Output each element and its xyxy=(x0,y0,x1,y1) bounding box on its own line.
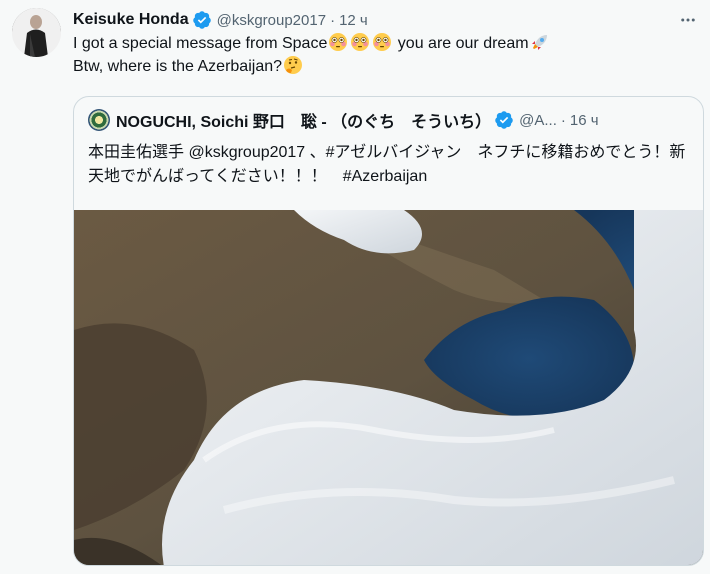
author-name[interactable]: Keisuke Honda xyxy=(73,11,189,29)
rocket-emoji-icon xyxy=(531,35,547,50)
more-horizontal-icon[interactable] xyxy=(674,6,702,34)
quoted-tweet-header: NOGUCHI, Soichi 野口 聡 - （のぐち そういち） @A... … xyxy=(88,108,688,132)
tweet-time[interactable]: 12 ч xyxy=(339,12,368,29)
tweet-text: I got a special message from Space you a… xyxy=(73,32,698,78)
verified-icon xyxy=(495,111,513,129)
author-handle[interactable]: @kskgroup2017 xyxy=(217,12,326,29)
tweet[interactable]: Keisuke Honda @kskgroup2017 · 12 ч I got… xyxy=(0,0,710,574)
tweet-header: Keisuke Honda @kskgroup2017 · 12 ч xyxy=(73,9,368,31)
quoted-avatar xyxy=(88,109,110,131)
quoted-tweet-photo[interactable] xyxy=(74,210,703,565)
quoted-tweet-time: 16 ч xyxy=(569,111,599,129)
quoted-tweet-text: 本田圭佑選手 @kskgroup2017 、#アゼルバイジャン ネフチに移籍おめ… xyxy=(88,144,686,185)
tweet-text-part1: I got a special message from Space xyxy=(73,35,328,52)
quoted-author-name: NOGUCHI, Soichi 野口 聡 - （のぐち そういち） xyxy=(116,114,492,131)
quoted-tweet[interactable]: NOGUCHI, Soichi 野口 聡 - （のぐち そういち） @A... … xyxy=(73,96,704,566)
flushed-face-emoji-icon xyxy=(351,33,370,51)
separator-dot: · xyxy=(560,111,566,129)
tweet-text-part2: you are our dream xyxy=(393,35,529,52)
quoted-author-handle: @A... xyxy=(519,111,557,129)
verified-icon xyxy=(192,11,211,29)
avatar[interactable] xyxy=(12,8,61,57)
flushed-face-emoji-icon xyxy=(329,33,348,51)
separator-dot: · xyxy=(330,11,336,29)
flushed-face-emoji-icon xyxy=(373,33,392,51)
tweet-text-line2: Btw, where is the Azerbaijan? xyxy=(73,58,283,75)
thinking-face-emoji-icon xyxy=(284,56,303,74)
